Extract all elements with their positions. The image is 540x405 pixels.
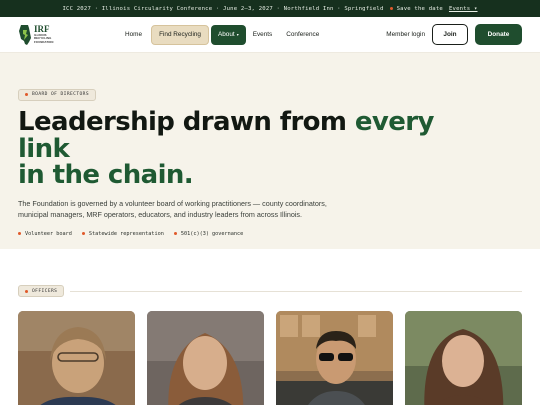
officers-tag-label: OFFICERS bbox=[32, 288, 58, 294]
chevron-down-icon: ▾ bbox=[236, 32, 239, 37]
main-nav: Home Find Recycling About ▾ Events Confe… bbox=[118, 24, 326, 45]
highlight-item: Statewide representation bbox=[81, 230, 164, 237]
site-header: IRF ILLINOIS RECYCLING FOUNDATION Home F… bbox=[0, 17, 540, 53]
officer-photo-1[interactable] bbox=[18, 311, 135, 405]
page-title: Leadership drawn from every link in the … bbox=[18, 109, 488, 189]
events-link[interactable]: Events ▾ bbox=[449, 6, 478, 12]
illinois-map-icon bbox=[19, 24, 31, 45]
tag-dot bbox=[25, 93, 28, 96]
member-login-link[interactable]: Member login bbox=[386, 31, 425, 38]
hero-section: BOARD OF DIRECTORS Leadership drawn from… bbox=[0, 53, 540, 249]
announcement-text: ICC 2027 · Illinois Circularity Conferen… bbox=[62, 5, 384, 12]
donate-button[interactable]: Donate bbox=[475, 24, 522, 45]
bullet-dot bbox=[173, 232, 177, 236]
nav-conference[interactable]: Conference bbox=[279, 25, 326, 45]
nav-find-recycling[interactable]: Find Recycling bbox=[151, 24, 209, 45]
announcement-dot bbox=[389, 7, 393, 10]
header-actions: Member login Join Donate bbox=[386, 24, 522, 45]
title-accent-2: in the chain. bbox=[18, 160, 194, 191]
nav-events[interactable]: Events bbox=[246, 25, 280, 45]
portrait-photo-icon bbox=[147, 311, 264, 405]
officer-photo-3[interactable] bbox=[276, 311, 393, 405]
highlight-item: 501(c)(3) governance bbox=[173, 230, 244, 237]
highlight-label: 501(c)(3) governance bbox=[180, 230, 244, 237]
announcement-bar: ICC 2027 · Illinois Circularity Conferen… bbox=[0, 0, 540, 17]
logo-text: IRF ILLINOIS RECYCLING FOUNDATION bbox=[34, 24, 54, 44]
highlight-label: Volunteer board bbox=[25, 230, 72, 237]
officers-tag: OFFICERS bbox=[18, 285, 65, 297]
portrait-photo-icon bbox=[276, 311, 393, 405]
officers-section: OFFICERS bbox=[0, 249, 540, 405]
join-button[interactable]: Join bbox=[432, 24, 468, 45]
nav-home[interactable]: Home bbox=[118, 25, 149, 45]
bullet-dot bbox=[81, 232, 85, 236]
officers-header: OFFICERS bbox=[18, 285, 522, 297]
title-main: Leadership drawn from bbox=[18, 107, 355, 137]
tag-dot bbox=[25, 289, 28, 293]
section-tag: BOARD OF DIRECTORS bbox=[18, 88, 96, 101]
save-the-date: Save the date bbox=[396, 5, 443, 12]
logo-line-3: FOUNDATION bbox=[34, 39, 54, 44]
section-divider bbox=[70, 290, 522, 292]
portrait-photo-icon bbox=[405, 311, 522, 405]
officer-photo-4[interactable] bbox=[405, 311, 522, 405]
highlight-item: Volunteer board bbox=[18, 231, 72, 237]
officer-cards bbox=[18, 311, 522, 405]
tag-label: BOARD OF DIRECTORS bbox=[32, 92, 89, 97]
highlight-label: Statewide representation bbox=[88, 230, 164, 237]
site-logo[interactable]: IRF ILLINOIS RECYCLING FOUNDATION bbox=[18, 24, 118, 46]
nav-about-label: About bbox=[217, 31, 235, 38]
hero-description: The Foundation is governed by a voluntee… bbox=[18, 198, 327, 220]
hero-highlights: Volunteer board Statewide representation… bbox=[18, 231, 522, 237]
portrait-photo-icon bbox=[18, 311, 135, 405]
bullet-dot bbox=[18, 232, 21, 236]
officer-photo-2[interactable] bbox=[147, 311, 264, 405]
nav-about[interactable]: About ▾ bbox=[210, 24, 246, 45]
